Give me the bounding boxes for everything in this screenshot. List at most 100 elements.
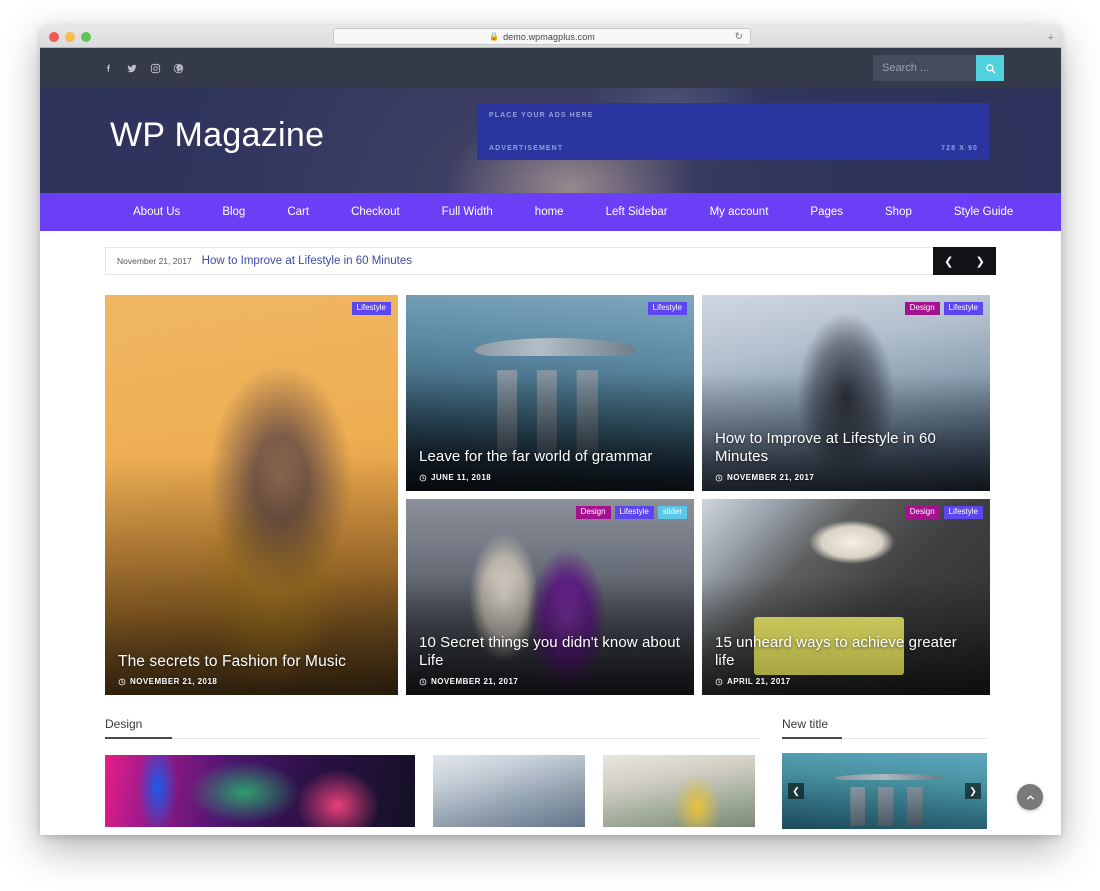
card-date-text: NOVEMBER 21, 2018 (130, 677, 217, 686)
nav-item-left-sidebar[interactable]: Left Sidebar (585, 193, 689, 231)
reload-icon[interactable]: ↻ (735, 31, 743, 42)
badge-design[interactable]: Design (905, 506, 940, 519)
card-date-text: NOVEMBER 21, 2017 (727, 473, 814, 482)
card-date: APRIL 21, 2017 (715, 677, 977, 686)
search-input[interactable] (873, 55, 976, 81)
nav-item-cart[interactable]: Cart (266, 193, 330, 231)
card-badges: Design Lifestyle (905, 506, 983, 519)
nav-item-full-width[interactable]: Full Width (421, 193, 514, 231)
card-title[interactable]: How to Improve at Lifestyle in 60 Minute… (715, 430, 977, 467)
card-body: 10 Secret things you didn't know about L… (406, 634, 694, 686)
nav-item-about-us[interactable]: About Us (112, 193, 201, 231)
badge-lifestyle[interactable]: Lifestyle (944, 302, 983, 315)
featured-posts-grid: Lifestyle The secrets to Fashion for Mus… (105, 295, 996, 695)
card-date: JUNE 11, 2018 (419, 473, 681, 482)
chevron-left-icon[interactable]: ❮ (788, 783, 804, 799)
card-badges: Lifestyle (648, 302, 687, 315)
lower-sections: Design New title ❮ ❯ (105, 717, 996, 829)
maximize-window-button[interactable] (81, 32, 91, 42)
card-overlay (105, 295, 398, 695)
ticker-navigation: ❮ ❯ (933, 247, 996, 275)
featured-card-4[interactable]: Design Lifestyle slider 10 Secret things… (406, 499, 694, 695)
card-badges: Design Lifestyle slider (576, 506, 687, 519)
featured-card-2[interactable]: Lifestyle Leave for the far world of gra… (406, 295, 694, 491)
instagram-icon[interactable] (150, 63, 161, 74)
design-post-thumb-1[interactable] (105, 755, 415, 827)
featured-card-1[interactable]: Lifestyle The secrets to Fashion for Mus… (105, 295, 398, 695)
search-button[interactable] (976, 55, 1004, 81)
nav-item-home[interactable]: home (514, 193, 585, 231)
facebook-icon[interactable] (103, 63, 114, 74)
nav-item-my-account[interactable]: My account (689, 193, 790, 231)
close-window-button[interactable] (49, 32, 59, 42)
new-title-section-title: New title (782, 717, 987, 731)
card-body: The secrets to Fashion for Music NOVEMBE… (105, 652, 398, 686)
badge-lifestyle[interactable]: Lifestyle (944, 506, 983, 519)
social-links (103, 63, 184, 74)
nav-item-blog[interactable]: Blog (201, 193, 266, 231)
card-date: NOVEMBER 21, 2017 (419, 677, 681, 686)
card-date-text: APRIL 21, 2017 (727, 677, 791, 686)
card-title[interactable]: 15 unheard ways to achieve greater life (715, 634, 977, 671)
browser-chrome: 🔒 demo.wpmagplus.com ↻ + (40, 25, 1061, 48)
nav-item-checkout[interactable]: Checkout (330, 193, 421, 231)
card-date-text: JUNE 11, 2018 (431, 473, 491, 482)
advertisement-banner[interactable]: PLACE YOUR ADS HERE ADVERTISEMENT 728 X … (477, 103, 990, 160)
badge-slider[interactable]: slider (658, 506, 687, 519)
chevron-right-icon[interactable]: ❯ (965, 247, 997, 275)
card-date-text: NOVEMBER 21, 2017 (431, 677, 518, 686)
card-date: NOVEMBER 21, 2017 (715, 473, 977, 482)
nav-item-pages[interactable]: Pages (789, 193, 864, 231)
ad-label: ADVERTISEMENT (489, 145, 563, 152)
page-content: November 21, 2017 How to Improve at Life… (40, 247, 1061, 829)
twitter-icon[interactable] (126, 63, 138, 74)
featured-card-5[interactable]: Design Lifestyle 15 unheard ways to achi… (702, 499, 990, 695)
clock-icon (419, 678, 427, 686)
chevron-up-icon (1025, 792, 1036, 803)
url-text: demo.wpmagplus.com (503, 32, 595, 42)
card-title[interactable]: The secrets to Fashion for Music (118, 652, 385, 671)
badge-lifestyle[interactable]: Lifestyle (352, 302, 391, 315)
card-body: How to Improve at Lifestyle in 60 Minute… (702, 430, 990, 482)
badge-lifestyle[interactable]: Lifestyle (648, 302, 687, 315)
badge-lifestyle[interactable]: Lifestyle (615, 506, 654, 519)
ad-headline: PLACE YOUR ADS HERE (489, 112, 594, 119)
nav-item-shop[interactable]: Shop (864, 193, 933, 231)
ticker-date: November 21, 2017 (117, 256, 192, 266)
ticker-headline[interactable]: How to Improve at Lifestyle in 60 Minute… (202, 255, 412, 267)
chevron-right-icon[interactable]: ❯ (965, 783, 981, 799)
card-body: Leave for the far world of grammar JUNE … (406, 448, 694, 482)
new-title-section-header: New title (782, 717, 987, 739)
design-section-title: Design (105, 717, 760, 731)
card-title[interactable]: 10 Secret things you didn't know about L… (419, 634, 681, 671)
site-masthead: WP Magazine PLACE YOUR ADS HERE ADVERTIS… (40, 88, 1061, 193)
card-badges: Design Lifestyle (905, 302, 983, 315)
clock-icon (118, 678, 126, 686)
page-viewport: WP Magazine PLACE YOUR ADS HERE ADVERTIS… (40, 48, 1061, 835)
badge-design[interactable]: Design (905, 302, 940, 315)
card-badges: Lifestyle (352, 302, 391, 315)
ad-size-label: 728 X 90 (941, 145, 978, 152)
design-post-thumb-3[interactable] (603, 755, 755, 827)
new-tab-button[interactable]: + (1048, 33, 1054, 44)
chevron-left-icon[interactable]: ❮ (933, 247, 965, 275)
sidebar-slider[interactable]: ❮ ❯ (782, 753, 987, 829)
scroll-to-top-button[interactable] (1017, 784, 1043, 810)
minimize-window-button[interactable] (65, 32, 75, 42)
site-title[interactable]: WP Magazine (110, 116, 324, 155)
lock-icon: 🔒 (489, 33, 499, 41)
news-ticker: November 21, 2017 How to Improve at Life… (105, 247, 996, 275)
design-section-posts (105, 755, 760, 827)
top-bar (40, 48, 1061, 88)
address-bar[interactable]: 🔒 demo.wpmagplus.com ↻ (333, 28, 751, 45)
featured-card-3[interactable]: Design Lifestyle How to Improve at Lifes… (702, 295, 990, 491)
card-title[interactable]: Leave for the far world of grammar (419, 448, 681, 467)
card-date: NOVEMBER 21, 2018 (118, 677, 385, 686)
design-section: Design (105, 717, 760, 829)
window-traffic-lights (49, 32, 91, 42)
nav-item-style-guide[interactable]: Style Guide (933, 193, 1034, 231)
badge-design[interactable]: Design (576, 506, 611, 519)
pinterest-icon[interactable] (173, 63, 184, 74)
card-body: 15 unheard ways to achieve greater life … (702, 634, 990, 686)
design-post-thumb-2[interactable] (433, 755, 585, 827)
